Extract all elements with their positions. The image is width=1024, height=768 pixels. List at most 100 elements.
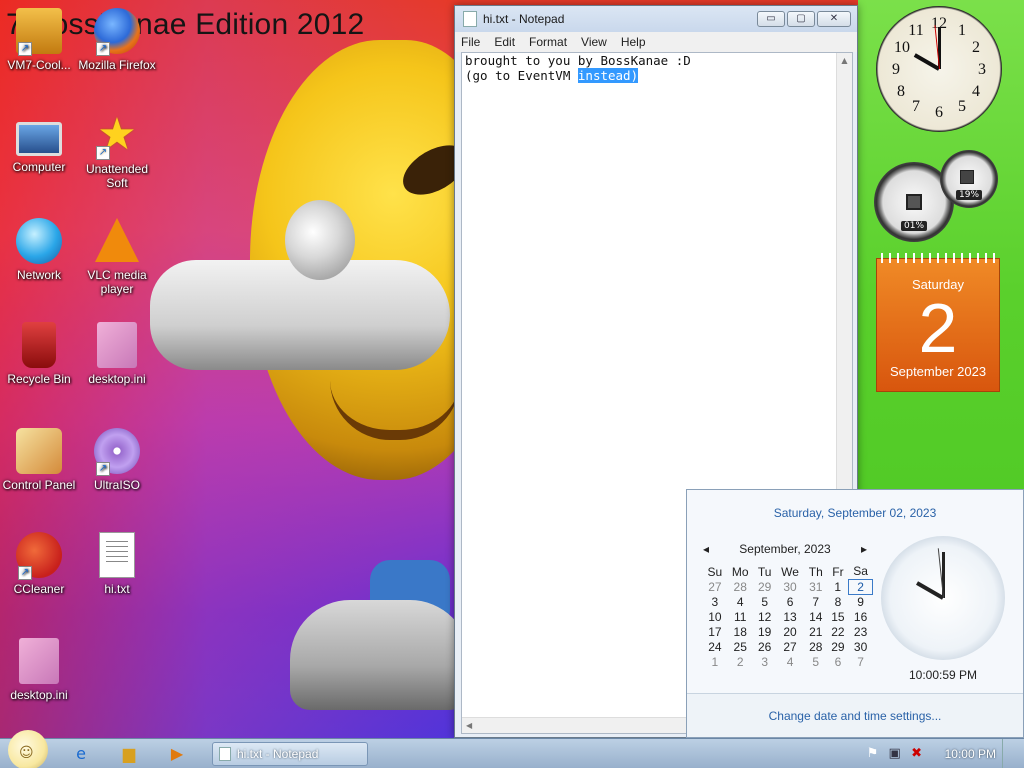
calendar-day[interactable]: 28 (727, 579, 754, 594)
scroll-up-arrow-icon[interactable]: ▲ (837, 53, 852, 69)
calendar-day[interactable]: 30 (776, 579, 805, 594)
system-tray: ⚑ ▣ ✖ 10:00 PM (865, 738, 1024, 768)
desktop-icon-vm7[interactable]: ↗ VM7-Cool... (0, 8, 78, 72)
menu-help[interactable]: Help (621, 35, 646, 49)
calendar-day[interactable]: 24 (703, 639, 727, 654)
calendar-day[interactable]: 28 (804, 639, 827, 654)
desktop-icon-network[interactable]: Network (0, 218, 78, 282)
desktop-icon-computer[interactable]: Computer (0, 114, 78, 174)
calendar-day[interactable]: 17 (703, 624, 727, 639)
text-line-2: (go to EventVM instead) (462, 68, 852, 83)
calendar-day[interactable]: 11 (727, 609, 754, 624)
network-status-icon[interactable]: ▣ (887, 746, 903, 762)
recycle-bin-icon (22, 322, 56, 368)
text-line-2-plain: (go to EventVM (465, 68, 578, 83)
desktop-icon-desktop-ini[interactable]: desktop.ini (78, 322, 156, 386)
calendar-day[interactable]: 2 (848, 578, 873, 595)
calendar-day[interactable]: 7 (804, 594, 827, 609)
scroll-left-arrow-icon[interactable]: ◀ (466, 721, 472, 730)
calendar-day[interactable]: 13 (776, 609, 805, 624)
desktop-icon-hi-txt[interactable]: hi.txt (78, 532, 156, 596)
disc-icon: ↗ (94, 428, 140, 476)
shortcut-arrow-icon: ↗ (18, 42, 32, 56)
weekday-header: Su (707, 564, 723, 579)
calendar-day[interactable]: 31 (804, 579, 827, 594)
calendar-day[interactable]: 5 (754, 594, 776, 609)
change-datetime-settings-link[interactable]: Change date and time settings... (687, 693, 1023, 737)
media-player-icon[interactable]: ▶ (162, 742, 192, 766)
firefox-icon: ↗ (94, 8, 140, 56)
calendar-day[interactable]: 20 (776, 624, 805, 639)
menu-format[interactable]: Format (529, 35, 567, 49)
desktop-icon-firefox[interactable]: ↗ Mozilla Firefox (78, 8, 156, 72)
calendar-day[interactable]: 18 (727, 624, 754, 639)
clock-hour-hand (913, 53, 940, 71)
memory-meter-gadget[interactable]: 19% (940, 150, 998, 208)
calendar-day[interactable]: 9 (849, 594, 873, 609)
desktop-icon-ccleaner[interactable]: ↗ CCleaner (0, 532, 78, 596)
desktop-icon-desktop-ini-2[interactable]: desktop.ini (0, 638, 78, 702)
datetime-header-link[interactable]: Saturday, September 02, 2023 (687, 506, 1023, 520)
calendar-day[interactable]: 23 (849, 624, 873, 639)
calendar-day[interactable]: 3 (703, 594, 727, 609)
calendar-day[interactable]: 22 (827, 624, 849, 639)
menu-file[interactable]: File (461, 35, 480, 49)
windows-explorer-icon[interactable]: ▆ (114, 742, 144, 766)
weekday-header: Th (808, 564, 823, 579)
calendar-day[interactable]: 1 (703, 654, 727, 669)
calendar-day[interactable]: 21 (804, 624, 827, 639)
desktop-icon-label: Computer (12, 160, 66, 174)
start-button[interactable]: ☺ (8, 729, 48, 768)
calendar-day[interactable]: 15 (827, 609, 849, 624)
desktop-icon-vlc[interactable]: VLC media player (78, 218, 156, 296)
calendar-day[interactable]: 16 (849, 609, 873, 624)
clock-number-7: 7 (912, 98, 920, 115)
taskbar-clock[interactable]: 10:00 PM (945, 747, 996, 761)
calendar-day[interactable]: 19 (754, 624, 776, 639)
close-button[interactable]: ✕ (817, 11, 851, 27)
taskbar-button-notepad[interactable]: hi.txt - Notepad (212, 741, 368, 766)
calendar-day[interactable]: 27 (703, 579, 727, 594)
calendar-day[interactable]: 26 (754, 639, 776, 654)
notepad-title-bar[interactable]: hi.txt - Notepad ▭ ▢ ✕ (455, 6, 857, 32)
calendar-month-label[interactable]: September, 2023 (739, 542, 830, 556)
internet-explorer-icon[interactable]: e (66, 742, 96, 766)
calendar-day[interactable]: 6 (776, 594, 805, 609)
calendar-day[interactable]: 3 (754, 654, 776, 669)
calendar-day[interactable]: 25 (727, 639, 754, 654)
calendar-day[interactable]: 5 (804, 654, 827, 669)
show-desktop-button[interactable] (1002, 738, 1014, 768)
calendar-day[interactable]: 2 (727, 654, 754, 669)
volume-muted-icon[interactable]: ✖ (909, 746, 925, 762)
calendar-day[interactable]: 10 (703, 609, 727, 624)
calendar-day[interactable]: 14 (804, 609, 827, 624)
minimize-button[interactable]: ▭ (757, 11, 785, 27)
maximize-button[interactable]: ▢ (787, 11, 815, 27)
calendar-day[interactable]: 27 (776, 639, 805, 654)
text-file-icon (99, 532, 135, 578)
calendar-day[interactable]: 6 (827, 654, 849, 669)
calendar-day[interactable]: 12 (754, 609, 776, 624)
next-month-arrow-icon[interactable]: ▸ (861, 542, 867, 556)
network-globe-icon (16, 218, 62, 264)
calendar-day[interactable]: 29 (827, 639, 849, 654)
calendar-day[interactable]: 8 (827, 594, 849, 609)
prev-month-arrow-icon[interactable]: ◂ (703, 542, 709, 556)
calendar-day[interactable]: 30 (849, 639, 873, 654)
calendar-day[interactable]: 7 (849, 654, 873, 669)
cpu-percent: 01% (900, 220, 928, 231)
desktop-icon-ultraiso[interactable]: ↗ UltraISO (78, 428, 156, 492)
calendar-week-row: 24 25 26 27 28 29 30 (703, 639, 873, 654)
desktop-icon-control-panel[interactable]: Control Panel (0, 428, 78, 492)
desktop-icon-unattended-soft[interactable]: ★ ↗ Unattended Soft (78, 112, 156, 191)
calendar-day[interactable]: 4 (727, 594, 754, 609)
clock-gadget[interactable]: 12 1 2 3 4 5 6 7 8 9 10 11 (876, 6, 1002, 132)
desktop-icon-recycle-bin[interactable]: Recycle Bin (0, 322, 78, 386)
calendar-day[interactable]: 4 (776, 654, 805, 669)
menu-edit[interactable]: Edit (494, 35, 515, 49)
calendar-day[interactable]: 1 (827, 579, 849, 594)
menu-view[interactable]: View (581, 35, 607, 49)
action-center-flag-icon[interactable]: ⚑ (865, 746, 881, 762)
calendar-day[interactable]: 29 (754, 579, 776, 594)
calendar-gadget[interactable]: Saturday 2 September 2023 (876, 253, 1000, 392)
